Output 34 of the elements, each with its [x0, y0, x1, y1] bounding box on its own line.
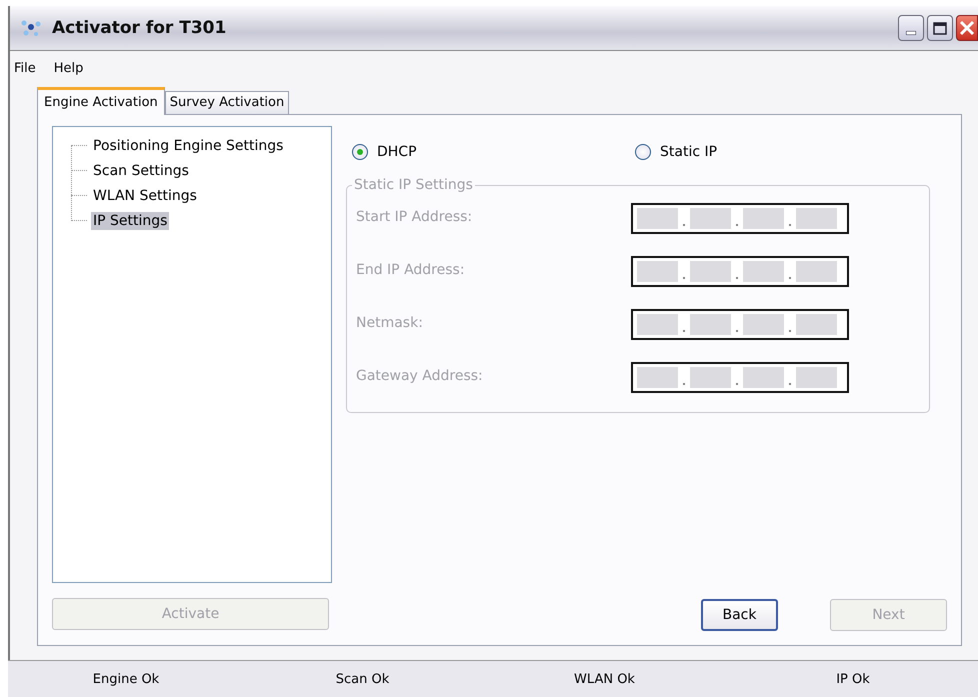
radio-button[interactable]: DHCP — [352, 132, 635, 172]
radio-circle[interactable] — [352, 144, 368, 160]
group-title: Static IP Settings — [353, 177, 474, 193]
close-icon — [959, 20, 975, 36]
status-text: Scan Ok — [336, 672, 390, 686]
back-button[interactable]: Back — [701, 599, 778, 631]
tree-item[interactable]: WLAN Settings — [91, 186, 199, 204]
tree-item[interactable]: Scan Settings — [91, 162, 191, 180]
radio-button[interactable]: Static IP — [635, 132, 947, 172]
field-label: Netmask: — [356, 314, 424, 333]
status-text: WLAN Ok — [574, 672, 635, 686]
minimize-icon — [906, 31, 916, 35]
maximize-icon — [933, 22, 947, 34]
status-text: Engine Ok — [92, 672, 160, 686]
maximize-button[interactable] — [927, 15, 953, 41]
ip-address-field[interactable] — [631, 362, 849, 393]
tree-item[interactable]: Positioning Engine Settings — [91, 136, 286, 154]
menu-item[interactable]: Help — [54, 61, 84, 76]
ip-address-field[interactable] — [631, 309, 849, 340]
tab[interactable]: Engine Activation — [37, 87, 165, 115]
tree-item[interactable]: IP Settings — [91, 212, 170, 230]
app-icon — [20, 18, 42, 38]
field-label: Start IP Address: — [356, 208, 474, 227]
field-label: Gateway Address: — [356, 367, 484, 386]
tab[interactable]: Survey Activation — [164, 91, 290, 114]
window-title: Activator for T301 — [52, 18, 228, 38]
minimize-button[interactable] — [898, 15, 924, 41]
close-button[interactable] — [956, 15, 978, 41]
radio-circle[interactable] — [635, 144, 651, 160]
field-label: End IP Address: — [356, 261, 466, 280]
ip-address-field[interactable] — [631, 203, 849, 234]
status-text: IP Ok — [836, 672, 870, 686]
menu-item[interactable]: File — [14, 61, 36, 76]
ip-address-field[interactable] — [631, 256, 849, 287]
